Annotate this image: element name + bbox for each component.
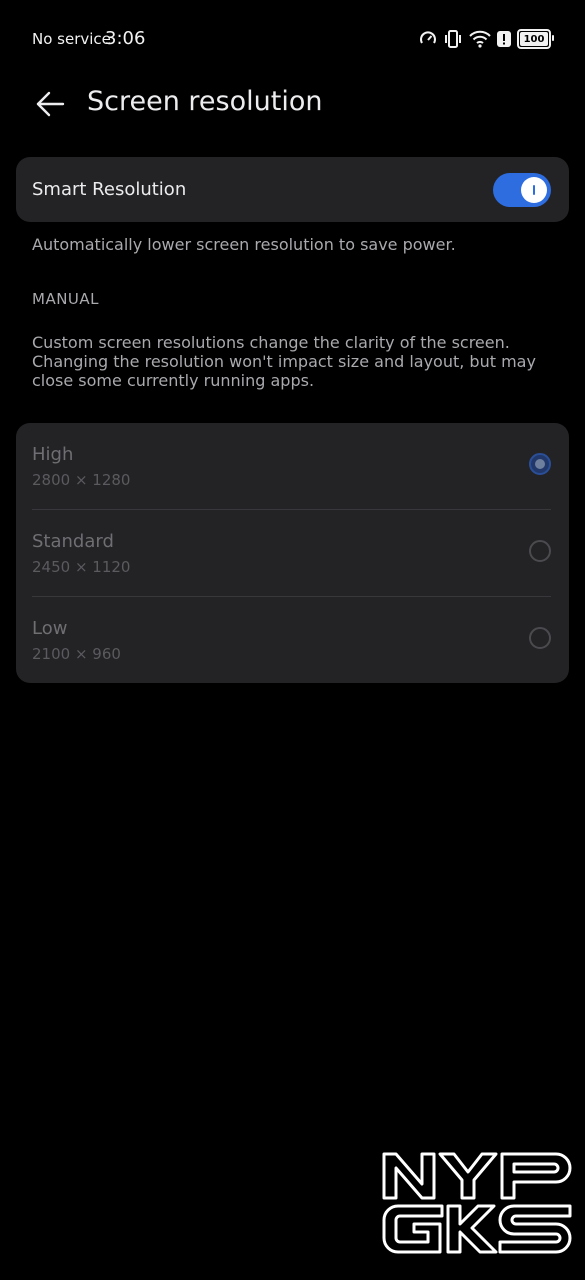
smart-resolution-card: Smart Resolution	[16, 157, 569, 222]
battery-level: 100	[523, 33, 545, 45]
radio-button[interactable]	[529, 627, 551, 649]
manual-section-header: MANUAL	[32, 290, 100, 308]
option-resolution: 2100 × 960	[32, 645, 121, 663]
radio-button[interactable]	[529, 540, 551, 562]
nyp-gks-watermark-logo	[382, 1152, 572, 1254]
status-bar: No service 3:06 100	[0, 0, 585, 80]
resolution-option-high[interactable]: High 2800 × 1280	[16, 423, 569, 509]
toggle-knob	[521, 177, 547, 203]
resolution-option-low[interactable]: Low 2100 × 960	[16, 597, 569, 683]
back-button[interactable]	[28, 82, 72, 126]
option-resolution: 2800 × 1280	[32, 471, 131, 489]
smart-resolution-toggle[interactable]	[493, 173, 551, 207]
wifi-icon	[469, 30, 491, 48]
speed-icon	[419, 30, 437, 48]
option-resolution: 2450 × 1120	[32, 558, 131, 576]
option-name: Standard	[32, 531, 114, 552]
page-title: Screen resolution	[87, 86, 323, 117]
option-name: High	[32, 444, 74, 465]
smart-resolution-label: Smart Resolution	[32, 179, 187, 200]
radio-button-selected[interactable]	[529, 453, 551, 475]
resolution-option-standard[interactable]: Standard 2450 × 1120	[16, 510, 569, 596]
carrier-text: No service	[32, 30, 111, 48]
resolution-options-card: High 2800 × 1280 Standard 2450 × 1120 Lo…	[16, 423, 569, 683]
back-arrow-icon	[36, 91, 65, 117]
manual-description: Custom screen resolutions change the cla…	[32, 333, 536, 390]
battery-icon: 100	[517, 29, 554, 49]
vibrate-icon	[443, 29, 463, 49]
status-icons: 100	[419, 28, 554, 50]
smart-resolution-description: Automatically lower screen resolution to…	[32, 235, 456, 254]
clock: 3:06	[105, 28, 146, 49]
option-name: Low	[32, 618, 68, 639]
alert-icon	[497, 30, 511, 48]
